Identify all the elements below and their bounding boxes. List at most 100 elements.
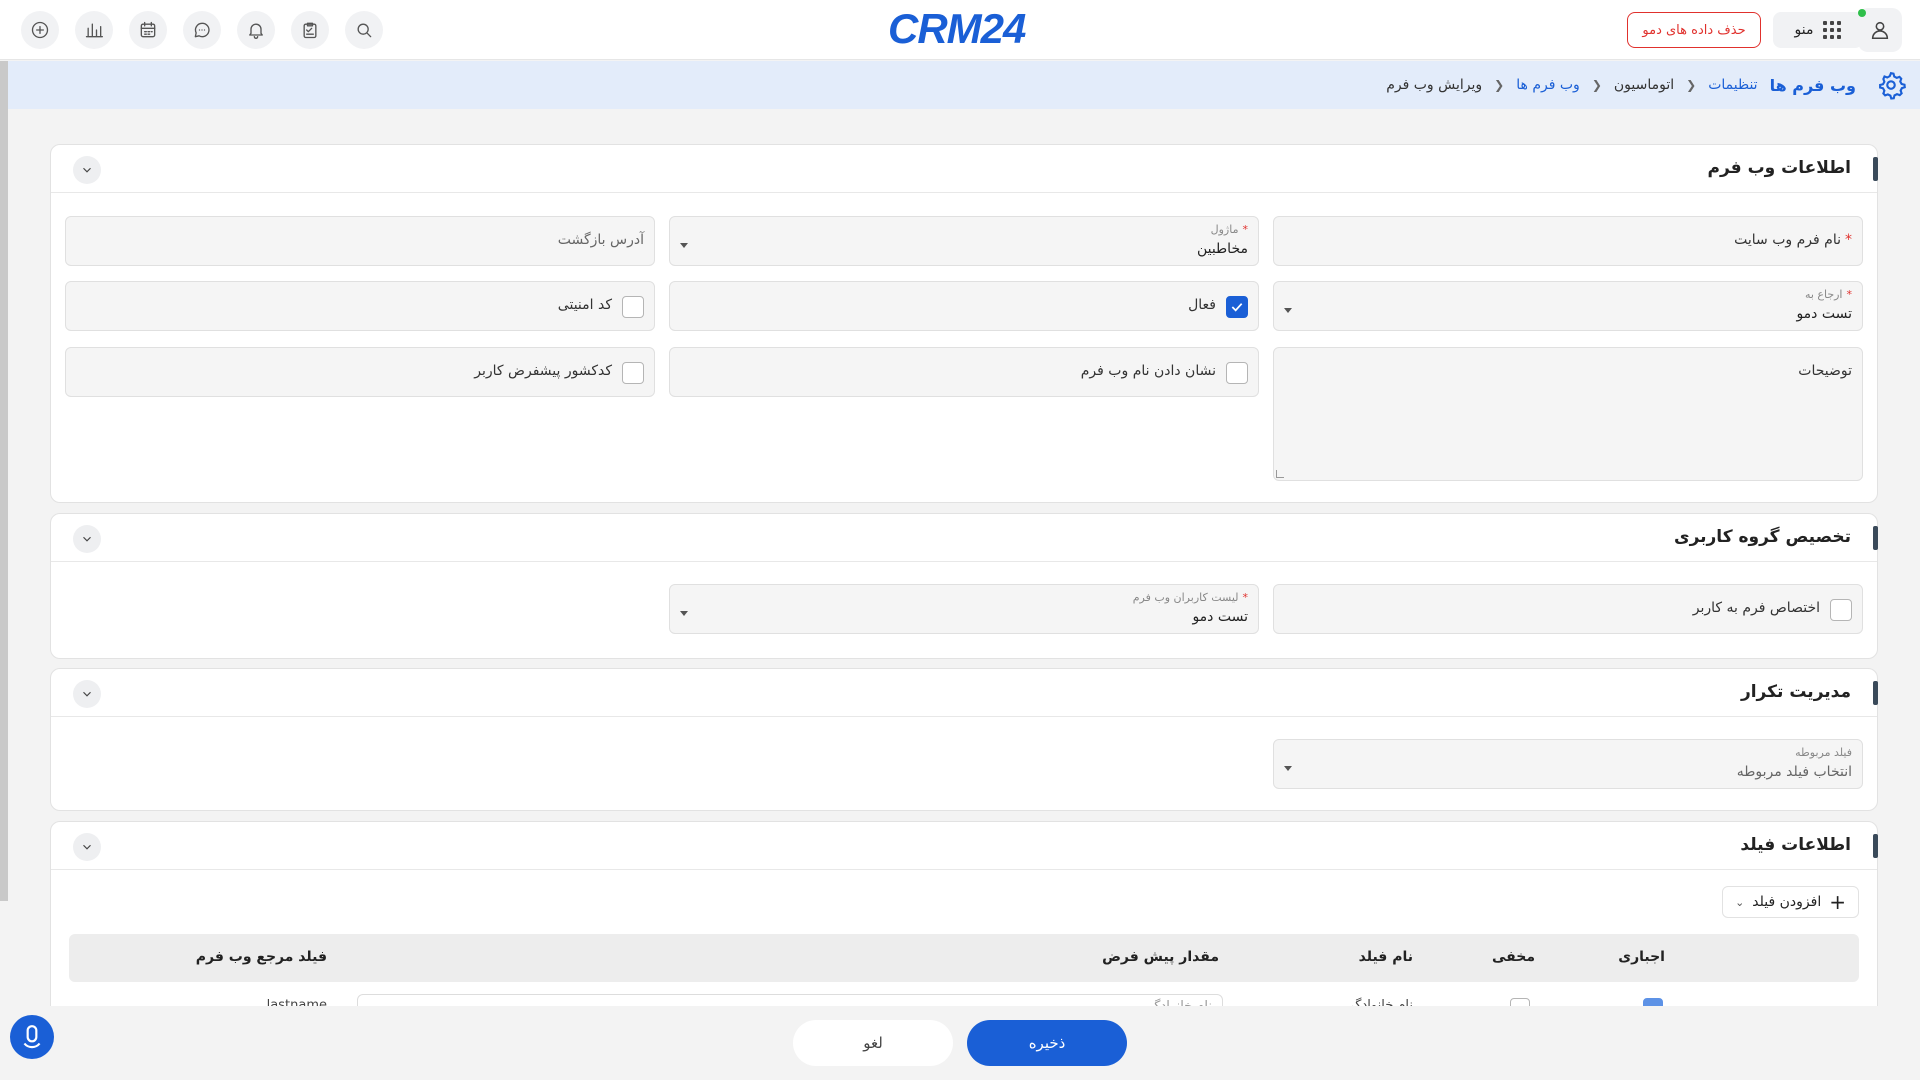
- bell-icon: [249, 23, 263, 39]
- related-field-placeholder: انتخاب فیلد مربوطه: [1736, 764, 1852, 780]
- chevron-left-icon: ❮: [1686, 78, 1697, 92]
- column-reference-field: فیلد مرجع وب فرم: [195, 949, 327, 965]
- delete-demo-data-button[interactable]: حذف داده های دمو: [1627, 12, 1761, 48]
- card-header: تخصیص گروه کاربری: [51, 514, 1878, 562]
- description-label: توضیحات: [1798, 363, 1852, 379]
- card-title: تخصیص گروه کاربری: [1673, 527, 1851, 547]
- breadcrumb: وب فرم ها تنظیمات ❮ اتوماسیون ❮ وب فرم ه…: [1386, 61, 1856, 109]
- breadcrumb-edit-webform: ویرایش وب فرم: [1386, 77, 1483, 93]
- card-accent: [1873, 681, 1878, 705]
- breadcrumb-webforms[interactable]: وب فرم ها: [1516, 77, 1580, 93]
- column-hidden: مخفی: [1492, 949, 1535, 965]
- module-select[interactable]: *ماژول مخاطبین: [669, 216, 1259, 266]
- chat-button[interactable]: [183, 11, 221, 49]
- assign-form-to-user-field[interactable]: اختصاص فرم به کاربر: [1273, 584, 1863, 634]
- logo-text: CRM: [888, 5, 982, 52]
- menu-button[interactable]: منو: [1773, 12, 1863, 48]
- add-button[interactable]: [21, 11, 59, 49]
- collapse-button[interactable]: [73, 156, 101, 184]
- notifications-button[interactable]: [237, 11, 275, 49]
- webform-info-card: اطلاعات وب فرم *نام فرم وب سایت *ماژول م…: [50, 144, 1878, 503]
- related-field-select[interactable]: فیلد مربوطه انتخاب فیلد مربوطه: [1273, 739, 1863, 789]
- calendar-button[interactable]: [129, 11, 167, 49]
- assign-to-value: تست دمو: [1796, 306, 1852, 322]
- security-code-checkbox[interactable]: [622, 296, 644, 318]
- field-label: فیلد مربوطه: [1795, 746, 1852, 759]
- resize-handle-icon[interactable]: [1276, 470, 1284, 478]
- card-header: اطلاعات فیلد: [51, 822, 1878, 870]
- collapse-button[interactable]: [73, 680, 101, 708]
- card-title: اطلاعات فیلد: [1740, 835, 1851, 855]
- apps-grid-icon: [1823, 21, 1842, 39]
- reports-button[interactable]: [75, 11, 113, 49]
- plus-circle-icon: [31, 21, 49, 39]
- card-accent: [1873, 157, 1878, 181]
- add-field-label: افزودن فیلد: [1752, 894, 1822, 910]
- breadcrumb-title[interactable]: وب فرم ها: [1770, 76, 1856, 95]
- users-list-value: تست دمو: [1192, 609, 1248, 625]
- duplicate-management-card: مدیریت تکرار فیلد مربوطه انتخاب فیلد مرب…: [50, 668, 1878, 811]
- add-field-button[interactable]: + افزودن فیلد ⌄: [1722, 886, 1859, 918]
- user-group-card: تخصیص گروه کاربری اختصاص فرم به کاربر *ل…: [50, 513, 1878, 659]
- breadcrumb-bar: وب فرم ها تنظیمات ❮ اتوماسیون ❮ وب فرم ه…: [8, 61, 1920, 109]
- return-address-placeholder: آدرس بازگشت: [557, 232, 644, 248]
- support-chat-button[interactable]: [10, 1015, 54, 1059]
- support-icon: [23, 1025, 41, 1049]
- collapse-button[interactable]: [73, 833, 101, 861]
- return-address-field[interactable]: آدرس بازگشت: [65, 216, 655, 266]
- chevron-down-icon: [83, 536, 91, 542]
- chevron-down-icon: ⌄: [1735, 895, 1745, 909]
- table-header: اجباری مخفی نام فیلد مقدار پیش فرض فیلد …: [69, 934, 1859, 982]
- assign-form-label: اختصاص فرم به کاربر: [1692, 600, 1820, 616]
- chat-icon: [194, 22, 210, 38]
- search-icon: [357, 23, 372, 38]
- card-title: مدیریت تکرار: [1740, 682, 1851, 702]
- module-value: مخاطبین: [1196, 241, 1248, 257]
- card-accent: [1873, 834, 1878, 858]
- default-country-field[interactable]: کدکشور پیشفرض کاربر: [65, 347, 655, 397]
- card-accent: [1873, 526, 1878, 550]
- dropdown-caret-icon: [680, 611, 688, 616]
- description-textarea[interactable]: توضیحات: [1273, 347, 1863, 481]
- breadcrumb-automation: اتوماسیون: [1613, 77, 1675, 93]
- plus-icon: +: [1829, 890, 1846, 914]
- search-button[interactable]: [345, 11, 383, 49]
- save-button[interactable]: ذخیره: [967, 1020, 1127, 1066]
- security-code-field[interactable]: کد امنیتی: [65, 281, 655, 331]
- field-label: *نام فرم وب سایت: [1734, 232, 1852, 248]
- dropdown-caret-icon: [1284, 766, 1292, 771]
- show-name-field[interactable]: نشان دادن نام وب فرم: [669, 347, 1259, 397]
- tasks-button[interactable]: [291, 11, 329, 49]
- card-header: مدیریت تکرار: [51, 669, 1878, 717]
- logo-number: 24: [980, 5, 1027, 52]
- show-name-checkbox[interactable]: [1226, 362, 1248, 384]
- dropdown-caret-icon: [680, 243, 688, 248]
- show-name-label: نشان دادن نام وب فرم: [1080, 363, 1216, 379]
- card-title: اطلاعات وب فرم: [1707, 158, 1851, 178]
- chevron-down-icon: [83, 691, 91, 697]
- field-label: *ارجاع به: [1804, 288, 1852, 301]
- settings-gear-icon: [1876, 70, 1906, 100]
- crm24-logo[interactable]: CRM 24: [888, 5, 1027, 52]
- default-country-checkbox[interactable]: [622, 362, 644, 384]
- top-header: CRM 24 حذف داده های دمو منو: [0, 0, 1920, 60]
- webform-users-select[interactable]: *لیست کاربران وب فرم تست دمو: [669, 584, 1259, 634]
- menu-label: منو: [1794, 22, 1814, 38]
- bar-chart-icon: [85, 23, 104, 38]
- assign-form-checkbox[interactable]: [1830, 599, 1852, 621]
- breadcrumb-settings[interactable]: تنظیمات: [1708, 77, 1757, 93]
- active-label: فعال: [1188, 297, 1216, 313]
- assign-to-select[interactable]: *ارجاع به تست دمو: [1273, 281, 1863, 331]
- active-checkbox-field[interactable]: فعال: [669, 281, 1259, 331]
- default-country-label: کدکشور پیشفرض کاربر: [474, 363, 612, 379]
- cancel-button[interactable]: لغو: [793, 1020, 953, 1066]
- field-label: *ماژول: [1210, 223, 1248, 236]
- dropdown-caret-icon: [1284, 308, 1292, 313]
- site-form-name-field[interactable]: *نام فرم وب سایت: [1273, 216, 1863, 266]
- security-code-label: کد امنیتی: [557, 297, 612, 313]
- collapse-button[interactable]: [73, 525, 101, 553]
- column-mandatory: اجباری: [1618, 949, 1665, 965]
- scrollbar-track[interactable]: [0, 61, 8, 901]
- active-checkbox[interactable]: [1226, 296, 1248, 318]
- check-icon: [1231, 303, 1243, 312]
